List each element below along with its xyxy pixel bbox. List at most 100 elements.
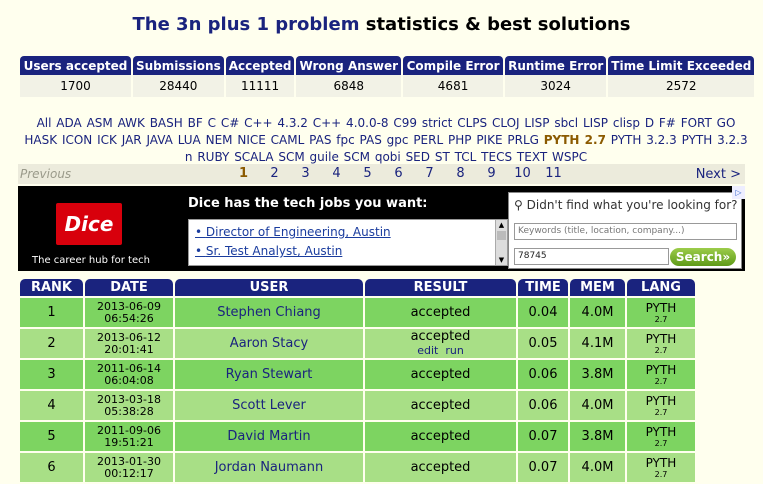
user-cell[interactable]: Aaron Stacy	[175, 329, 363, 358]
language-link[interactable]: JAR	[122, 133, 142, 147]
zip-input[interactable]: 78745	[514, 248, 669, 265]
language-link[interactable]: SCALA	[234, 150, 273, 164]
language-link[interactable]: C	[208, 116, 216, 130]
ad-search-button[interactable]: Search»	[670, 248, 736, 266]
col-time[interactable]: TIME	[518, 279, 568, 296]
scroll-thumb[interactable]	[497, 231, 506, 240]
page-link[interactable]: 6	[383, 166, 414, 181]
run-link[interactable]: run	[445, 344, 463, 357]
page-link[interactable]: 10	[507, 166, 538, 181]
page-link[interactable]: 4	[321, 166, 352, 181]
ad-job-search: ⚲ Didn't find what you're looking for? K…	[508, 192, 742, 269]
language-link[interactable]: LISP sbcl	[524, 116, 578, 130]
next-link[interactable]: Next >	[696, 167, 741, 182]
language-link[interactable]: ST	[435, 150, 450, 164]
dice-advertisement[interactable]: Dice The career hub for tech Dice has th…	[18, 186, 745, 271]
language-link[interactable]: RUBY	[197, 150, 229, 164]
ad-job-scrollbar[interactable]: ▲ ▼	[495, 220, 507, 265]
language-link[interactable]: BASH	[150, 116, 183, 130]
adchoices-icon[interactable]: ▷	[732, 186, 745, 199]
language-link[interactable]: SCM guile	[278, 150, 338, 164]
page-link[interactable]: 11	[538, 166, 569, 181]
language-link[interactable]: ADA	[56, 116, 81, 130]
language-link[interactable]: NICE	[237, 133, 265, 147]
user-cell[interactable]: Scott Lever	[175, 391, 363, 420]
page-link[interactable]: 9	[476, 166, 507, 181]
dice-logo[interactable]: Dice	[56, 203, 122, 245]
col-lang[interactable]: LANG	[627, 279, 695, 296]
language-link[interactable]: PHP	[448, 133, 472, 147]
ad-job-link[interactable]: • Sr. Test Analyst, Austin	[195, 244, 342, 258]
col-rank[interactable]: RANK	[20, 279, 83, 296]
language-link[interactable]: NEM	[206, 133, 233, 147]
user-link[interactable]: Scott Lever	[232, 398, 306, 413]
result-status: accepted	[410, 459, 471, 475]
language-link[interactable]: All	[37, 116, 52, 130]
language-link[interactable]: WSPC	[552, 150, 587, 164]
language-link[interactable]: PYTH 2.7	[544, 133, 606, 147]
result-cell: accepted	[365, 360, 516, 389]
user-link[interactable]: Jordan Naumann	[215, 460, 324, 475]
language-link[interactable]: C99 strict	[393, 116, 452, 130]
language-link[interactable]: LUA	[178, 133, 201, 147]
stats-value-submissions: 28440	[133, 75, 224, 97]
stats-header-wrong-answer: Wrong Answer	[296, 56, 402, 75]
user-cell[interactable]: Stephen Chiang	[175, 298, 363, 327]
stats-value-users-accepted: 1700	[20, 75, 131, 97]
language-link[interactable]: PAS gpc	[360, 133, 409, 147]
language-link[interactable]: AWK	[118, 116, 145, 130]
language-link[interactable]: F#	[659, 116, 676, 130]
user-cell[interactable]: Ryan Stewart	[175, 360, 363, 389]
scroll-up-icon[interactable]: ▲	[496, 220, 507, 230]
language-link[interactable]: PRLG	[507, 133, 539, 147]
language-link[interactable]: GO	[717, 116, 736, 130]
language-link[interactable]: C#	[221, 116, 239, 130]
user-link[interactable]: David Martin	[227, 429, 310, 444]
language-link[interactable]: ASM	[87, 116, 113, 130]
page-link[interactable]: 2	[259, 166, 290, 181]
language-link[interactable]: TECS	[481, 150, 512, 164]
edit-link[interactable]: edit	[417, 344, 438, 357]
user-link[interactable]: Ryan Stewart	[226, 367, 313, 382]
language-link[interactable]: PYTH 3.2.3	[611, 133, 677, 147]
language-link[interactable]: C++ 4.3.2	[244, 116, 308, 130]
page-link[interactable]: 8	[445, 166, 476, 181]
language-link[interactable]: CAML	[271, 133, 305, 147]
stats-value-tle: 2572	[608, 75, 755, 97]
language-link[interactable]: SCM qobi	[344, 150, 401, 164]
page-link[interactable]: 5	[352, 166, 383, 181]
language-link[interactable]: LISP clisp	[583, 116, 640, 130]
language-link[interactable]: HASK	[24, 133, 57, 147]
page-link[interactable]: 7	[414, 166, 445, 181]
language-link[interactable]: PIKE	[476, 133, 502, 147]
result-cell: accepted	[365, 422, 516, 451]
language-link[interactable]: SED	[406, 150, 430, 164]
user-link[interactable]: Aaron Stacy	[230, 336, 308, 351]
language-link[interactable]: ICON	[62, 133, 92, 147]
table-row: 4 2013-03-18 05:38:28 Scott Lever accepted 0.…	[20, 391, 695, 420]
language-link[interactable]: JAVA	[146, 133, 172, 147]
language-link[interactable]: BF	[188, 116, 203, 130]
language-link[interactable]: PERL	[413, 133, 443, 147]
user-link[interactable]: Stephen Chiang	[217, 305, 321, 320]
col-mem[interactable]: MEM	[570, 279, 625, 296]
language-link[interactable]: ICK	[97, 133, 117, 147]
language-link[interactable]: CLPS	[457, 116, 487, 130]
language-link[interactable]: TEXT	[517, 150, 547, 164]
page-link[interactable]: 3	[290, 166, 321, 181]
language-link[interactable]: TCL	[455, 150, 477, 164]
language-link[interactable]: FORT	[681, 116, 712, 130]
keywords-input[interactable]: Keywords (title, location, company...)	[514, 223, 737, 240]
language-link[interactable]: PAS fpc	[309, 133, 355, 147]
user-cell[interactable]: David Martin	[175, 422, 363, 451]
table-row: 1 2013-06-09 06:54:26 Stephen Chiang accepte…	[20, 298, 695, 327]
ad-job-link[interactable]: • Director of Engineering, Austin	[195, 225, 391, 239]
scroll-down-icon[interactable]: ▼	[496, 255, 507, 265]
problem-name[interactable]: The 3n plus 1 problem	[132, 14, 359, 35]
language-link[interactable]: D	[645, 116, 654, 130]
col-result[interactable]: RESULT	[365, 279, 516, 296]
col-user[interactable]: USER	[175, 279, 363, 296]
language-link[interactable]: C++ 4.0.0-8	[313, 116, 389, 130]
language-link[interactable]: CLOJ	[492, 116, 520, 130]
col-date[interactable]: DATE	[85, 279, 173, 296]
